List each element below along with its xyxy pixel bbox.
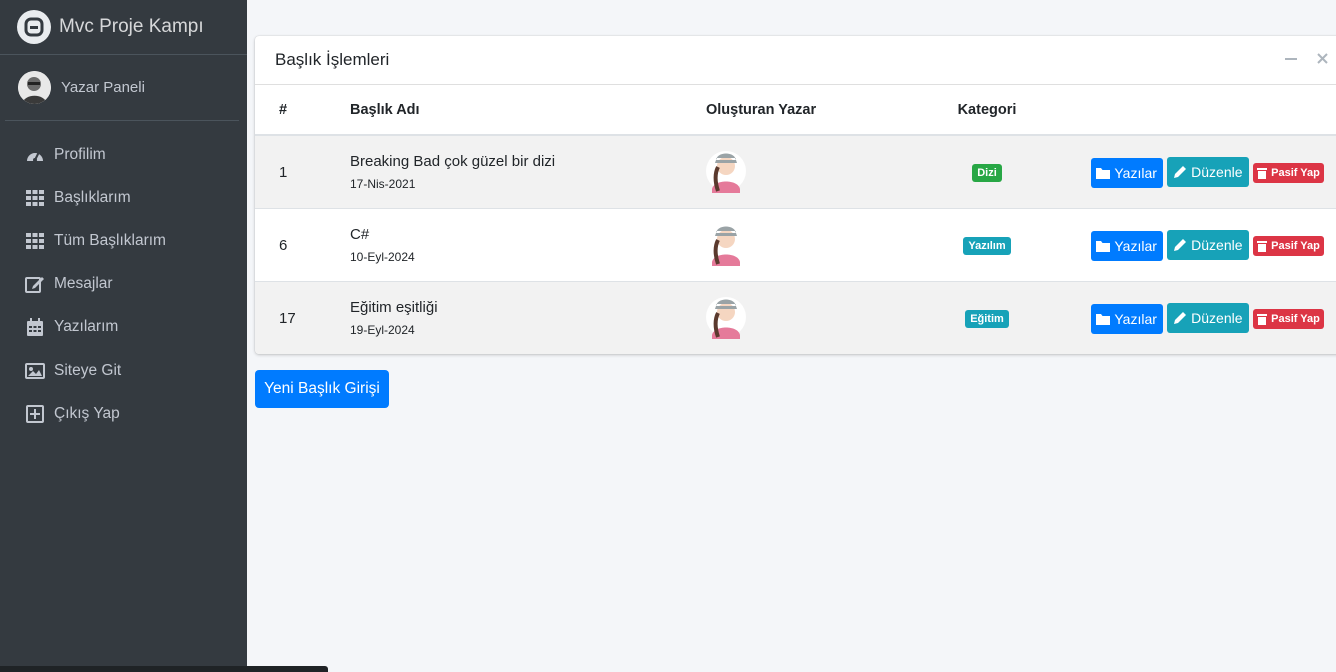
posts-button[interactable]: Yazılar [1090,157,1163,188]
posts-button-label: Yazılar [1114,237,1157,254]
sidebar-nav: Profilim Başlıklarım Tüm Başlıklarım Mes… [0,133,247,435]
posts-button[interactable]: Yazılar [1090,230,1163,261]
trash-icon [1257,313,1268,325]
sidebar-item-label: Mesajlar [54,275,113,293]
edit-button-label: Düzenle [1191,236,1243,253]
author-avatar [706,151,746,193]
table-row: 1 Breaking Bad çok güzel bir dizi 17-Nis… [255,134,1336,209]
brand-link[interactable]: Mvc Proje Kampı [0,0,247,55]
row-author-cell [706,134,896,209]
sidebar-item-profilim[interactable]: Profilim [8,133,239,176]
brand-logo-icon [17,10,51,44]
edit-icon [24,274,46,294]
brand-title: Mvc Proje Kampı [59,16,204,37]
sidebar-item-yazilarim[interactable]: Yazılarım [8,306,239,349]
row-title-cell: Breaking Bad çok güzel bir dizi 17-Nis-2… [350,134,706,209]
sidebar-item-label: Siteye Git [54,361,122,379]
folder-icon [1096,313,1111,325]
card-header: Başlık İşlemleri [255,36,1336,85]
new-title-button[interactable]: Yeni Başlık Girişi [255,370,389,408]
sidebar-item-label: Çıkış Yap [54,404,120,422]
user-avatar [18,71,51,104]
row-title: Eğitim eşitliği [350,299,438,316]
calendar-icon [24,317,46,337]
deactivate-button[interactable]: Pasif Yap [1253,235,1324,256]
user-name: Yazar Paneli [61,79,145,96]
close-icon[interactable] [1317,51,1328,69]
folder-icon [1096,167,1111,179]
row-category-cell: Dizi [896,134,1078,209]
row-category-cell: Yazılım [896,208,1078,282]
deactivate-button-label: Pasif Yap [1271,166,1320,179]
row-title-cell: C# 10-Eyl-2024 [350,208,706,282]
pencil-icon [1174,238,1187,251]
titles-table: # Başlık Adı Oluşturan Yazar Kategori 1 … [255,85,1336,354]
sidebar-item-basliklarim[interactable]: Başlıklarım [8,176,239,219]
posts-button-label: Yazılar [1114,310,1157,327]
row-author-cell [706,208,896,282]
sidebar-item-label: Profilim [54,145,106,163]
row-id: 6 [255,208,350,282]
row-id: 17 [255,281,350,354]
plus-square-icon [24,404,46,424]
row-title-cell: Eğitim eşitliği 19-Eyl-2024 [350,281,706,354]
pencil-icon [1174,165,1187,178]
edit-button[interactable]: Düzenle [1166,156,1249,187]
table-row: 6 C# 10-Eyl-2024 Yazılım Yazılar Düzenle… [255,208,1336,282]
image-icon [24,361,46,381]
column-header-actions [1078,85,1336,136]
sidebar-item-label: Yazılarım [54,318,119,336]
row-actions: Yazılar Düzenle Pasif Yap [1078,281,1336,354]
sidebar-item-siteye-git[interactable]: Siteye Git [8,349,239,392]
author-avatar [706,297,746,339]
grid-icon [24,188,46,208]
posts-button-label: Yazılar [1114,164,1157,181]
folder-icon [1096,240,1111,252]
row-date: 17-Nis-2021 [350,177,416,191]
column-header-id: # [255,85,350,136]
trash-icon [1257,167,1268,179]
user-panel[interactable]: Yazar Paneli [5,55,239,121]
column-header-category: Kategori [896,85,1078,136]
sidebar-item-tum-basliklarim[interactable]: Tüm Başlıklarım [8,219,239,262]
sidebar: Mvc Proje Kampı Yazar Paneli Profilim Ba… [0,0,247,672]
posts-button[interactable]: Yazılar [1090,303,1163,334]
edit-button[interactable]: Düzenle [1166,229,1249,260]
grid-icon [24,231,46,251]
column-header-name: Başlık Adı [350,85,706,136]
deactivate-button[interactable]: Pasif Yap [1253,308,1324,329]
row-actions: Yazılar Düzenle Pasif Yap [1078,208,1336,282]
titles-card: Başlık İşlemleri # Başlık Adı Oluşturan … [255,36,1336,354]
collapse-icon[interactable] [1285,51,1297,69]
category-badge: Eğitim [965,309,1009,328]
tachometer-icon [24,145,46,165]
row-id: 1 [255,134,350,209]
pencil-icon [1174,311,1187,324]
trash-icon [1257,240,1268,252]
category-badge: Yazılım [963,236,1011,255]
category-badge: Dizi [972,163,1002,182]
sidebar-item-mesajlar[interactable]: Mesajlar [8,263,239,306]
deactivate-button-label: Pasif Yap [1271,239,1320,252]
sidebar-item-label: Başlıklarım [54,188,131,206]
row-date: 10-Eyl-2024 [350,250,415,264]
row-title: C# [350,226,370,243]
row-date: 19-Eyl-2024 [350,323,415,337]
bottom-scrollbar[interactable] [0,666,328,672]
sidebar-item-label: Tüm Başlıklarım [54,231,166,249]
edit-button-label: Düzenle [1191,163,1243,180]
row-actions: Yazılar Düzenle Pasif Yap [1078,134,1336,209]
row-title: Breaking Bad çok güzel bir dizi [350,153,556,170]
sidebar-item-cikis-yap[interactable]: Çıkış Yap [8,392,239,435]
deactivate-button[interactable]: Pasif Yap [1253,162,1324,183]
card-title: Başlık İşlemleri [275,50,390,69]
column-header-author: Oluşturan Yazar [706,85,896,136]
row-category-cell: Eğitim [896,281,1078,354]
table-row: 17 Eğitim eşitliği 19-Eyl-2024 Eğitim Ya… [255,281,1336,354]
row-author-cell [706,281,896,354]
deactivate-button-label: Pasif Yap [1271,312,1320,325]
edit-button[interactable]: Düzenle [1166,302,1249,333]
edit-button-label: Düzenle [1191,309,1243,326]
author-avatar [706,224,746,266]
